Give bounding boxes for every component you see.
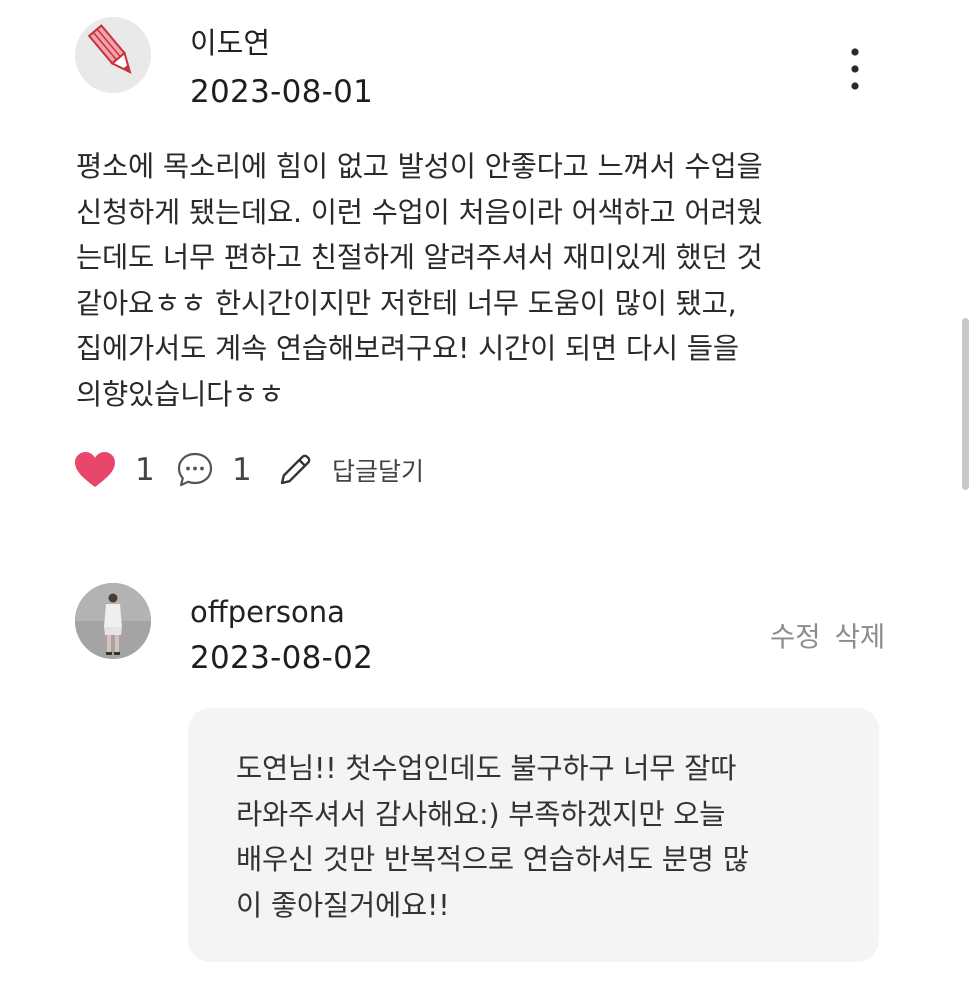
like-button[interactable]: 1: [75, 447, 155, 493]
review-author-name: 이도연: [190, 26, 271, 60]
reply-text-line: 도연님!! 첫수업인데도 불구하구 너무 잘따: [236, 752, 737, 785]
comment-button[interactable]: 1: [176, 447, 252, 493]
avatar[interactable]: [75, 17, 151, 93]
heart-icon: [75, 452, 115, 487]
reply-avatar[interactable]: [75, 583, 151, 659]
review-body: 평소에 목소리에 힘이 없고 발성이 안좋다고 느껴서 수업을 신청하게 됐는데…: [76, 144, 906, 418]
reply-text-line: 배우신 것만 반복적으로 연습하셔도 분명 많: [236, 843, 749, 876]
review-body-line: 평소에 목소리에 힘이 없고 발성이 안좋다고 느껴서 수업을: [76, 150, 763, 183]
pencil-icon: [87, 24, 132, 74]
review-date: 2023-08-01: [190, 74, 374, 110]
like-count: 1: [135, 452, 155, 488]
review-body-line: 신청하게 됐는데요. 이런 수업이 처음이라 어색하고 어려웠: [76, 195, 763, 229]
review-body-line: 의향있습니다ㅎㅎ: [76, 377, 285, 411]
comment-count: 1: [232, 452, 252, 488]
write-reply-label: 답글달기: [332, 457, 425, 486]
reply-text-line: 이 좋아질거에요!!: [236, 888, 450, 922]
reply-bubble: 도연님!! 첫수업인데도 불구하구 너무 잘따 라와주셔서 감사해요:) 부족하…: [188, 708, 879, 962]
reply-text-line: 라와주셔서 감사해요:) 부족하겠지만 오늘: [236, 797, 726, 831]
edit-button[interactable]: 수정: [770, 614, 821, 654]
profile-photo: [75, 583, 151, 659]
reply-actions: 수정 삭제: [770, 614, 885, 654]
more-vertical-icon[interactable]: [838, 44, 872, 94]
reply-author-name: offpersona: [190, 595, 345, 629]
write-reply-button[interactable]: 답글달기: [276, 447, 424, 493]
delete-button[interactable]: 삭제: [835, 614, 886, 654]
review-body-line: 같아요ㅎㅎ 한시간이지만 저한테 너무 도움이 많이 됐고,: [76, 286, 737, 320]
scrollbar[interactable]: [962, 318, 969, 490]
reply-text: 도연님!! 첫수업인데도 불구하구 너무 잘따 라와주셔서 감사해요:) 부족하…: [236, 746, 749, 928]
reply-date: 2023-08-02: [190, 640, 374, 676]
review-body-line: 집에가서도 계속 연습해보려구요! 시간이 되면 다시 들을: [76, 332, 739, 366]
pencil-outline-icon: [280, 454, 311, 485]
speech-bubble-icon: [177, 452, 213, 487]
review-body-line: 는데도 너무 편하고 친절하게 알려주셔서 재미있게 했던 것: [76, 241, 763, 275]
